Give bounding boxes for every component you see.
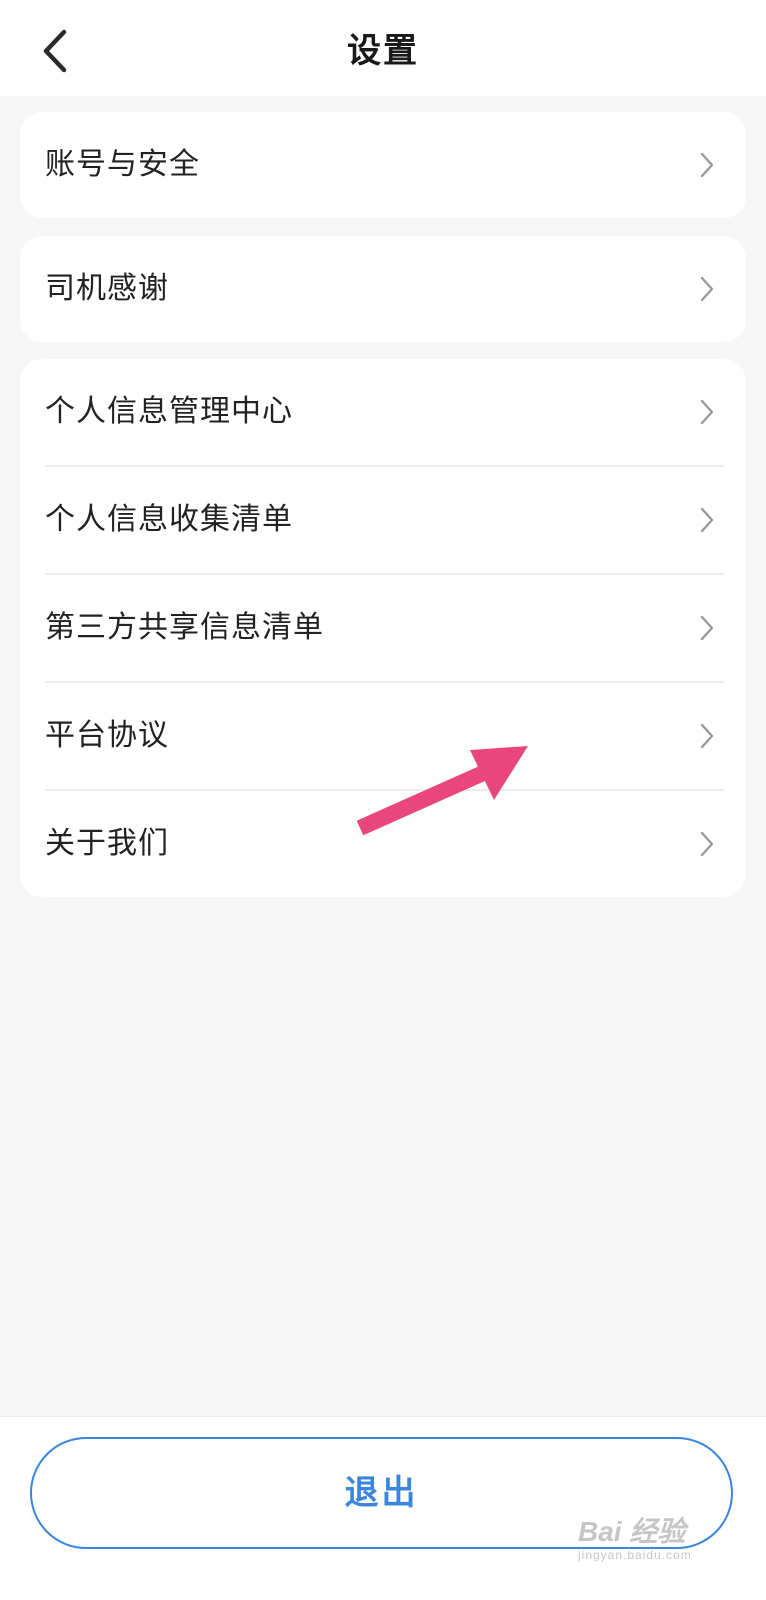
settings-card-driver: 司机感谢 bbox=[20, 236, 746, 342]
row-label: 个人信息收集清单 bbox=[45, 502, 293, 537]
pink-arrow-icon bbox=[350, 738, 540, 840]
settings-row-personal-info-center[interactable]: 个人信息管理中心 bbox=[20, 359, 746, 467]
chevron-right-icon bbox=[698, 614, 716, 642]
watermark-sub: jingyan.baidu.com bbox=[578, 1548, 692, 1562]
chevron-right-icon bbox=[698, 506, 716, 534]
chevron-right-icon bbox=[698, 722, 716, 750]
chevron-right-icon bbox=[698, 151, 716, 179]
chevron-right-icon bbox=[698, 275, 716, 303]
row-label: 司机感谢 bbox=[45, 271, 169, 306]
watermark-text: Bai 经验 bbox=[578, 1516, 686, 1547]
settings-row-driver-thanks[interactable]: 司机感谢 bbox=[20, 236, 746, 342]
row-label: 平台协议 bbox=[45, 718, 169, 753]
settings-row-info-collection-list[interactable]: 个人信息收集清单 bbox=[20, 467, 746, 575]
row-label: 关于我们 bbox=[45, 826, 169, 861]
settings-row-account-security[interactable]: 账号与安全 bbox=[20, 112, 746, 218]
row-label: 第三方共享信息清单 bbox=[45, 610, 324, 645]
settings-card-account: 账号与安全 bbox=[20, 112, 746, 218]
row-label: 账号与安全 bbox=[45, 147, 200, 182]
row-label: 个人信息管理中心 bbox=[45, 394, 293, 429]
chevron-right-icon bbox=[698, 830, 716, 858]
baidu-jingyan-watermark: Bai 经验 jingyan.baidu.com bbox=[578, 1510, 728, 1570]
bottom-bar: 退出 Bai 经验 jingyan.baidu.com bbox=[0, 1416, 766, 1600]
top-nav-bar: 设置 bbox=[0, 0, 766, 96]
page-title: 设置 bbox=[347, 31, 419, 71]
chevron-right-icon bbox=[698, 398, 716, 426]
settings-row-third-party-sharing[interactable]: 第三方共享信息清单 bbox=[20, 575, 746, 683]
